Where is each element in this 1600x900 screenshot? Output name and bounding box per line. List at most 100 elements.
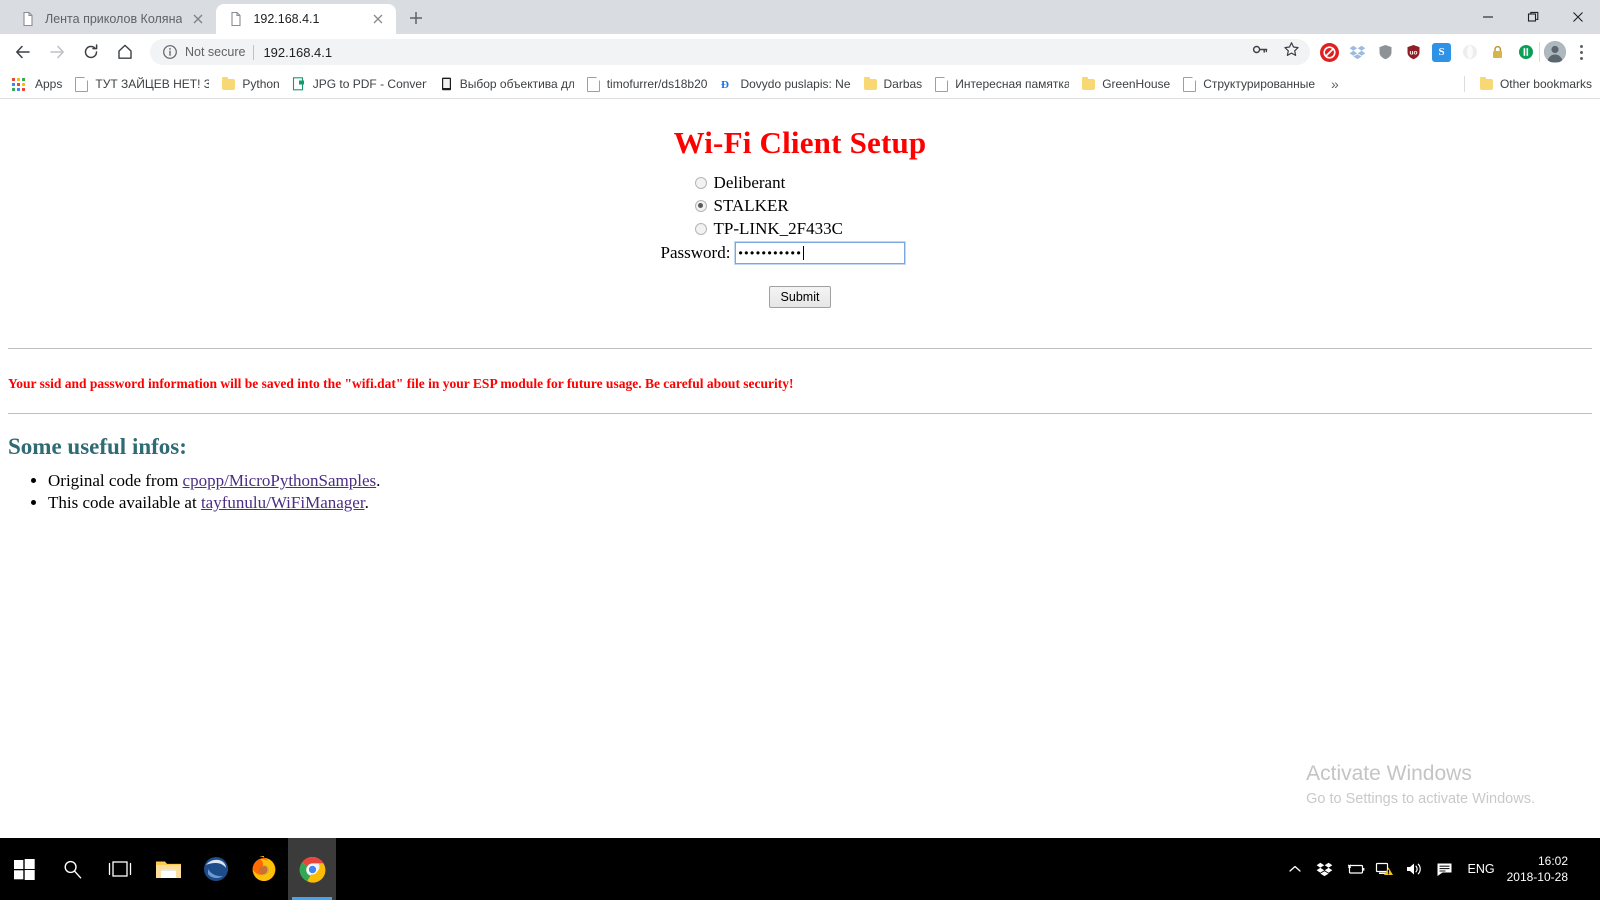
task-view-button[interactable] — [96, 838, 144, 900]
watermark-subtitle: Go to Settings to activate Windows. — [1306, 791, 1535, 807]
password-value: ••••••••••• — [738, 246, 803, 260]
bookmark-item-6[interactable]: Darbas — [857, 73, 929, 95]
bookmark-label: Интересная памятка — [955, 77, 1070, 91]
bookmark-item-7[interactable]: Интересная памятка — [928, 73, 1075, 95]
bookmark-label: ТУТ ЗАЙЦЕВ НЕТ! Зд — [95, 77, 210, 91]
page-icon — [586, 76, 601, 92]
opera-extension-icon[interactable] — [1460, 43, 1479, 62]
volume-icon[interactable] — [1400, 838, 1430, 900]
back-arrow-icon[interactable] — [8, 37, 38, 67]
dropbox-extension-icon[interactable] — [1348, 43, 1367, 62]
radio-button[interactable] — [694, 176, 707, 189]
activate-windows-watermark: Activate Windows Go to Settings to activ… — [1306, 760, 1535, 810]
bookmark-item-2[interactable]: JPG to PDF - Convert — [286, 73, 433, 95]
file-explorer-button[interactable] — [144, 838, 192, 900]
network-ssid-label: TP-LINK_2F433C — [713, 219, 843, 238]
avatar-icon[interactable] — [1544, 41, 1566, 63]
bookmark-item-0[interactable]: ТУТ ЗАЙЦЕВ НЕТ! Зд — [68, 73, 215, 95]
bookmarks-overflow-button[interactable]: » — [1325, 76, 1345, 92]
list-item: This code available at tayfunulu/WiFiMan… — [48, 492, 1592, 514]
browser-toolbar: Not secure 192.168.4.1 uo S — [0, 34, 1600, 70]
text-caret — [803, 246, 805, 260]
window-controls — [1465, 0, 1600, 34]
info-prefix-text: Original code from — [48, 471, 183, 490]
minimize-button[interactable] — [1465, 0, 1510, 34]
chrome-button[interactable] — [288, 838, 336, 900]
clock[interactable]: 16:02 2018-10-28 — [1507, 853, 1582, 885]
new-tab-button[interactable] — [402, 4, 430, 32]
language-indicator[interactable]: ENG — [1460, 862, 1507, 876]
other-bookmarks-area: Other bookmarks — [1463, 73, 1592, 95]
bookmark-item-1[interactable]: Python — [215, 73, 285, 95]
link-wifimanager[interactable]: tayfunulu/WiFiManager — [201, 493, 365, 512]
bookmark-item-8[interactable]: GreenHouse — [1075, 73, 1176, 95]
bookmark-label: Python — [242, 77, 280, 91]
skitch-extension-icon[interactable]: S — [1432, 42, 1451, 62]
start-button[interactable] — [0, 838, 48, 900]
network-warning-icon[interactable] — [1370, 838, 1400, 900]
bookmarks-bar: Apps ТУТ ЗАЙЦЕВ НЕТ! Зд Python JPG to PD… — [0, 70, 1600, 99]
tab-192-168-4-1[interactable]: 192.168.4.1 — [216, 4, 397, 34]
close-icon[interactable] — [190, 11, 206, 27]
network-option-deliberant[interactable]: Deliberant — [694, 171, 906, 194]
shield-extension-icon[interactable] — [1376, 43, 1395, 62]
address-bar[interactable]: Not secure 192.168.4.1 — [150, 39, 1310, 65]
system-tray: ENG 16:02 2018-10-28 — [1280, 838, 1600, 900]
info-prefix-text: This code available at — [48, 493, 201, 512]
close-button[interactable] — [1555, 0, 1600, 34]
info-circle-icon[interactable] — [162, 44, 178, 60]
clock-date: 2018-10-28 — [1506, 870, 1568, 884]
lastpass-extension-icon[interactable] — [1488, 43, 1507, 62]
forward-arrow-icon[interactable] — [42, 37, 72, 67]
omnibox-divider — [253, 44, 255, 60]
bookmark-label: GreenHouse — [1102, 77, 1171, 91]
page-icon — [439, 77, 454, 92]
bookmark-other-bookmarks[interactable]: Other bookmarks — [1473, 73, 1592, 95]
adblock-extension-icon[interactable] — [1320, 42, 1339, 62]
page-icon — [74, 76, 89, 92]
bookmark-item-5[interactable]: Ɖ Dovydo puslapis: Ne — [713, 73, 856, 95]
password-input[interactable]: ••••••••••• — [734, 241, 907, 265]
windows-taskbar: ENG 16:02 2018-10-28 — [0, 838, 1600, 900]
show-desktop-button[interactable] — [1582, 838, 1590, 900]
toolbar-divider — [1539, 42, 1540, 62]
omnibox-actions — [1252, 41, 1300, 63]
apps-grid-icon — [12, 77, 29, 92]
battery-icon[interactable] — [1340, 838, 1370, 900]
ublock-extension-icon[interactable]: uo — [1404, 43, 1423, 62]
link-micropython-samples[interactable]: cpopp/MicroPythonSamples — [183, 471, 377, 490]
page-icon — [292, 77, 307, 92]
page-icon — [1182, 76, 1197, 92]
thunderbird-button[interactable] — [192, 838, 240, 900]
tab-lenta-prikolov[interactable]: Лента приколов Коляна — [8, 4, 216, 34]
home-icon[interactable] — [110, 37, 140, 67]
bookmark-apps[interactable]: Apps — [8, 73, 68, 95]
firefox-button[interactable] — [240, 838, 288, 900]
star-icon[interactable] — [1283, 41, 1300, 63]
bookmark-label: JPG to PDF - Convert — [312, 77, 427, 91]
submit-row: Submit — [8, 286, 1592, 308]
three-dot-menu-icon[interactable] — [1570, 39, 1592, 65]
action-center-icon[interactable] — [1430, 838, 1460, 900]
bookmark-label: Dovydo puslapis: Ne — [740, 77, 851, 91]
bookmark-item-9[interactable]: Структурированные — [1176, 73, 1321, 95]
tab-title: Лента приколов Коляна — [45, 12, 183, 26]
page-icon — [934, 76, 949, 92]
network-option-tp-link[interactable]: TP-LINK_2F433C — [694, 217, 906, 240]
pocket-extension-icon[interactable] — [1516, 43, 1535, 62]
page-title: Wi-Fi Client Setup — [673, 125, 927, 160]
reload-icon[interactable] — [76, 37, 106, 67]
submit-button[interactable]: Submit — [768, 286, 832, 308]
maximize-button[interactable] — [1510, 0, 1555, 34]
bookmark-item-4[interactable]: timofurrer/ds18b20 — [580, 73, 714, 95]
radio-button-selected[interactable] — [694, 199, 707, 212]
close-icon[interactable] — [370, 11, 386, 27]
radio-button[interactable] — [694, 222, 707, 235]
show-hidden-icons-button[interactable] — [1280, 838, 1310, 900]
key-icon[interactable] — [1252, 41, 1269, 63]
dropbox-tray-icon[interactable] — [1310, 838, 1340, 900]
search-button[interactable] — [48, 838, 96, 900]
extensions-row: uo S — [1320, 42, 1535, 62]
network-option-stalker[interactable]: STALKER — [694, 194, 906, 217]
bookmark-item-3[interactable]: Выбор объектива дл — [433, 73, 580, 95]
